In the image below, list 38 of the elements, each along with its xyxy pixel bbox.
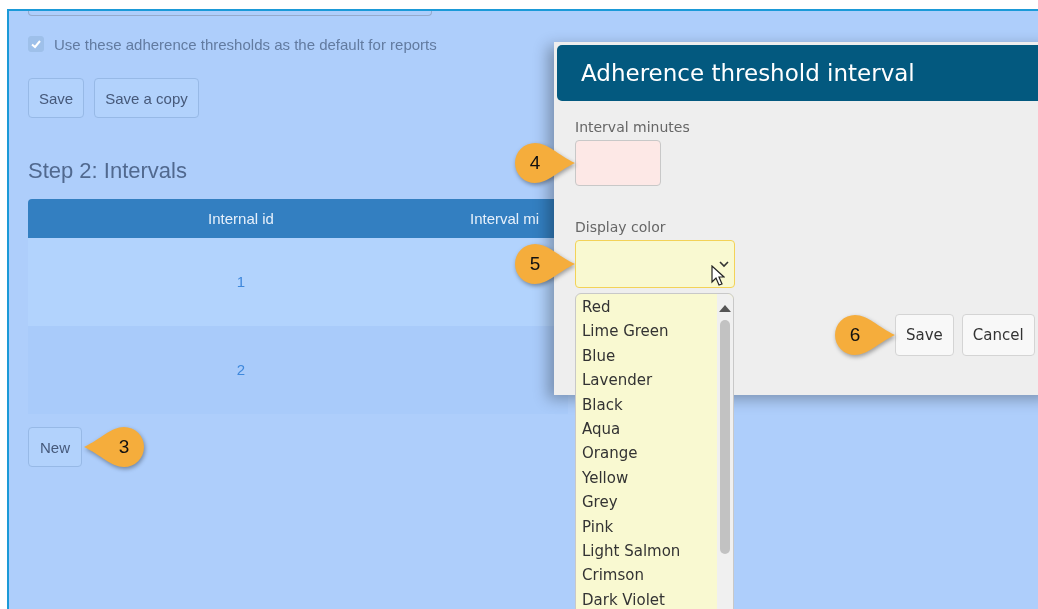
callout-badge: 5 [513,244,575,284]
dropdown-option[interactable]: Blue [582,343,717,369]
new-button[interactable]: New [28,427,82,467]
dropdown-option[interactable]: Red [582,295,717,320]
scroll-up-icon[interactable] [719,304,731,312]
dropdown-option[interactable]: Lime Green [582,319,717,344]
table-cell-text: 2 [235,360,247,380]
callout-badge: 4 [513,143,575,183]
column-header: Interval mi [469,209,540,229]
field-label: Interval minutes [575,118,691,137]
dropdown-option[interactable]: Orange [582,441,717,466]
dropdown-option[interactable]: Lavender [582,368,717,393]
cursor-icon [711,265,725,287]
dropdown-option[interactable]: Dark Violet [582,587,717,609]
callout-badge: 6 [833,315,895,355]
dropdown-option[interactable]: Crimson [582,563,717,588]
section-heading: Step 2: Intervals [28,157,187,185]
table-cell-text: 1 [235,272,247,292]
dropdown-option[interactable]: Grey [582,490,717,515]
callout-badge: 3 [84,427,146,467]
save-button[interactable]: Save a copy [94,78,199,118]
chevron-icon [719,261,729,268]
dropdown-option[interactable]: Light Salmon [582,538,717,564]
dropdown-option[interactable]: Aqua [582,416,717,442]
dropdown-option[interactable]: Pink [582,514,717,539]
dialog-button[interactable]: Cancel [961,314,1035,356]
dialog-title: Adherence threshold interval [581,60,915,86]
input-field[interactable] [575,140,661,186]
save-button[interactable]: Save [28,78,85,118]
dropdown-option[interactable]: Yellow [582,465,717,491]
field-label: Display color [575,218,667,237]
dropdown-field[interactable] [575,240,735,288]
checkbox-label: Use these adherence thresholds as the default for reports [54,35,437,53]
column-header: Internal id [207,209,275,229]
scrollbar-thumb[interactable] [720,320,730,554]
dialog-button[interactable]: Save [895,314,954,356]
dropdown-option[interactable]: Black [582,392,717,417]
text-field[interactable] [28,11,432,16]
